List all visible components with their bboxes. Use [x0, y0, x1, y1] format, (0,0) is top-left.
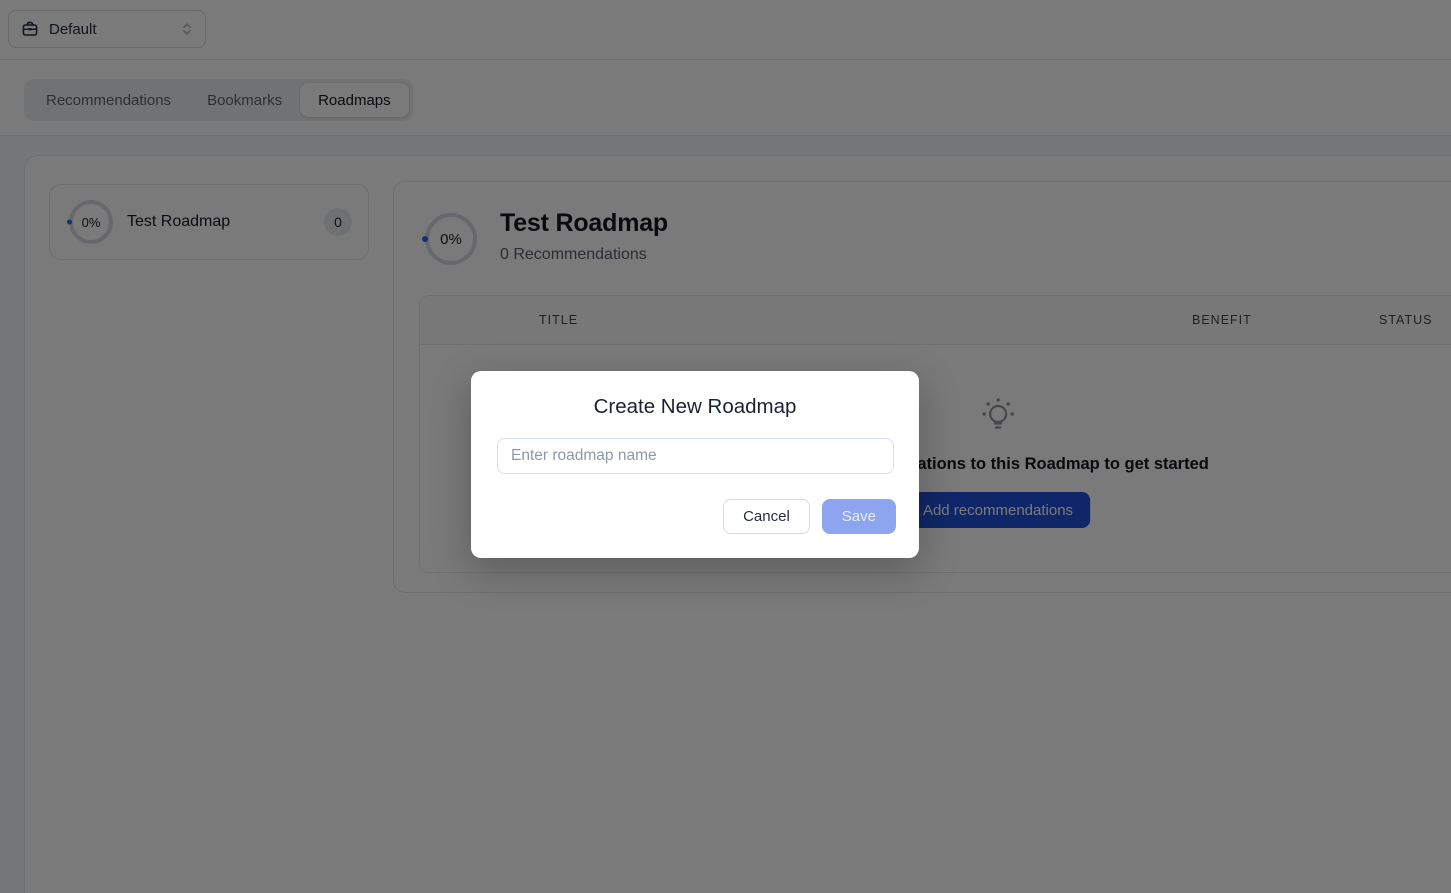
roadmap-name-input[interactable]: [497, 438, 894, 474]
create-roadmap-modal: Create New Roadmap Cancel Save: [471, 371, 919, 558]
save-button[interactable]: Save: [821, 499, 896, 534]
cancel-button[interactable]: Cancel: [723, 499, 810, 534]
modal-actions: Cancel Save: [723, 499, 896, 534]
modal-title: Create New Roadmap: [593, 395, 797, 418]
